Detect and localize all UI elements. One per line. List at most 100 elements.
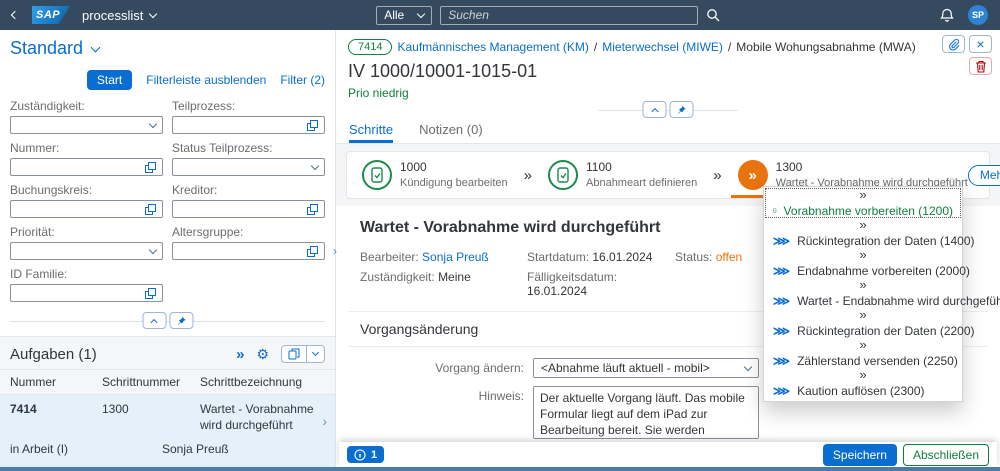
menu-item-label: Wartet - Endabnahme wird durchgeführt (2… [797,294,1000,308]
field-label: ID Familie: [10,267,163,281]
triple-chevron-icon: ⋙ [773,295,790,307]
step-number: 1000 [400,160,427,174]
chevron-up-icon [651,107,658,114]
process-step-1100[interactable]: 1100Abnahmeart definieren [548,152,697,198]
nummer-input[interactable] [10,158,163,176]
footer-toolbar: 1 Speichern Abschließen [339,442,997,467]
info-icon [354,449,366,461]
paperclip-icon [947,38,960,51]
search-button[interactable] [706,8,720,22]
collapse-header-button[interactable] [142,312,166,329]
breadcrumb-link-km[interactable]: Kaufmännisches Management (KM) [397,40,588,54]
hinweis-textarea[interactable]: Der aktuelle Vorgang läuft. Das mobile F… [533,386,759,439]
zustaendigkeit-select[interactable] [10,116,163,134]
vorgang-aendern-select[interactable]: <Abnahme läuft aktuell - mobil> [533,358,759,378]
field-label: Status Teilprozess: [172,141,325,155]
id-familie-input[interactable] [10,284,163,302]
status-teilprozess-select[interactable] [172,158,325,176]
triple-chevron-icon: ⋙ [773,355,790,367]
task-status: in Arbeit (I) [10,442,162,456]
search-scope-select[interactable]: Alle [376,6,432,25]
menu-item-label: Rückintegration der Daten (2200) [797,324,974,338]
value-help-icon [307,204,318,215]
shellbar: SAP processlist Alle SP [0,0,1000,30]
pin-header-button[interactable] [169,312,193,329]
bearbeiter-link[interactable]: Sonja Preuß [422,250,489,264]
menu-item-label: Vorabnahme vorbereiten (1200) [784,204,953,218]
header-collapse-row [348,101,988,119]
search-input[interactable] [440,6,698,25]
go-button[interactable]: Start [87,70,132,90]
panel-splitter-grip[interactable]: › [330,240,340,262]
step-done-icon [362,160,392,190]
teilprozess-input[interactable] [172,116,325,134]
tab-schritte[interactable]: Schritte [349,122,393,143]
task-bearbeiter: Sonja Preuß [162,442,325,456]
value-help-icon [145,204,156,215]
collapse-header-button[interactable] [643,101,667,118]
sap-processlist-app: SAP processlist Alle SP [0,0,1000,471]
export-button[interactable] [282,346,306,362]
search-icon [706,8,720,22]
tasks-header: Aufgaben (1) » ⚙ [0,337,335,369]
task-nummer: 7414 [10,402,102,433]
vorgang-aendern-value: <Abnahme läuft aktuell - mobil> [541,361,745,375]
filter-field-altersgruppe: Altersgruppe: [172,218,325,260]
chevron-down-icon [417,9,425,17]
avatar[interactable]: SP [968,5,988,25]
tab-notizen[interactable]: Notizen (0) [419,122,483,143]
back-button[interactable] [12,12,18,18]
save-button[interactable]: Speichern [823,444,897,466]
filterbar-collapse-row [10,312,325,330]
breadcrumb-link-miwe[interactable]: Mieterwechsel (MIWE) [602,40,723,54]
table-settings-button[interactable]: ⚙ [256,347,269,361]
more-steps-menu: » Vorabnahme vorbereiten (1200) » ⋙ Rück… [763,186,963,402]
task-row[interactable]: 7414 1300 Wartet - Vorabnahme wird durch… [0,395,335,471]
export-menu-button[interactable] [306,346,324,362]
status-value: offen [716,250,742,264]
object-page-header: × 7414 Kaufmännisches Management (KM) / … [336,30,1000,119]
tasks-title: Aufgaben (1) [10,346,97,363]
search-scope-value: Alle [384,8,404,22]
menu-item-label: Endabnahme vorbereiten (2000) [797,264,970,278]
process-flow-view-button[interactable]: » [236,347,244,362]
chevron-down-icon [149,9,157,17]
more-button[interactable]: Mehr [968,165,1000,186]
altersgruppe-input[interactable] [172,242,325,260]
variant-selector[interactable]: Standard [10,38,325,59]
filters-link[interactable]: Filter (2) [280,73,325,87]
tasks-table-header: Nummer Schrittnummer Schrittbezeichnung [0,369,335,395]
triple-chevron-icon: ⋙ [773,385,790,397]
field-label: Zuständigkeit: [10,99,163,113]
device-check-icon [773,204,777,217]
pin-header-button[interactable] [670,101,694,118]
device-check-icon [370,167,384,183]
value-help-icon [307,246,318,257]
kreditor-input[interactable] [172,200,325,218]
close-button[interactable]: × [969,35,992,53]
process-step-1000[interactable]: 1000Kündigung bearbeiten [362,152,508,198]
complete-button[interactable]: Abschließen [903,444,989,466]
app-title-menu[interactable]: processlist [82,8,156,23]
filter-field-zustaendigkeit: Zuständigkeit: [10,92,163,134]
breadcrumb-current: Mobile Wohungsabnahme (MWA) [736,40,915,54]
delete-button[interactable] [969,57,992,75]
prioritaet-select[interactable] [10,242,163,260]
attachment-button[interactable] [942,35,965,53]
filter-bar: Standard Start Filterleiste ausblenden F… [0,30,335,336]
notifications-button[interactable] [940,8,954,23]
more-button-label: Mehr [980,168,1000,182]
close-icon: × [976,37,984,51]
filter-panel: Standard Start Filterleiste ausblenden F… [0,30,336,467]
menu-item-kaution-aufloesen[interactable]: ⋙ Kaution auflösen (2300) [764,382,962,399]
flow-connector-icon: » [764,219,962,232]
triple-chevron-icon: ⋙ [773,265,790,277]
filter-field-teilprozess: Teilprozess: [172,92,325,134]
chevron-down-icon [149,245,157,253]
chevron-down-icon [312,349,319,356]
messages-button[interactable]: 1 [347,446,384,463]
hide-filterbar-link[interactable]: Filterleiste ausblenden [146,73,266,87]
chevron-down-icon [744,362,752,370]
filter-field-status-teilprozess: Status Teilprozess: [172,134,325,176]
buchungskreis-input[interactable] [10,200,163,218]
